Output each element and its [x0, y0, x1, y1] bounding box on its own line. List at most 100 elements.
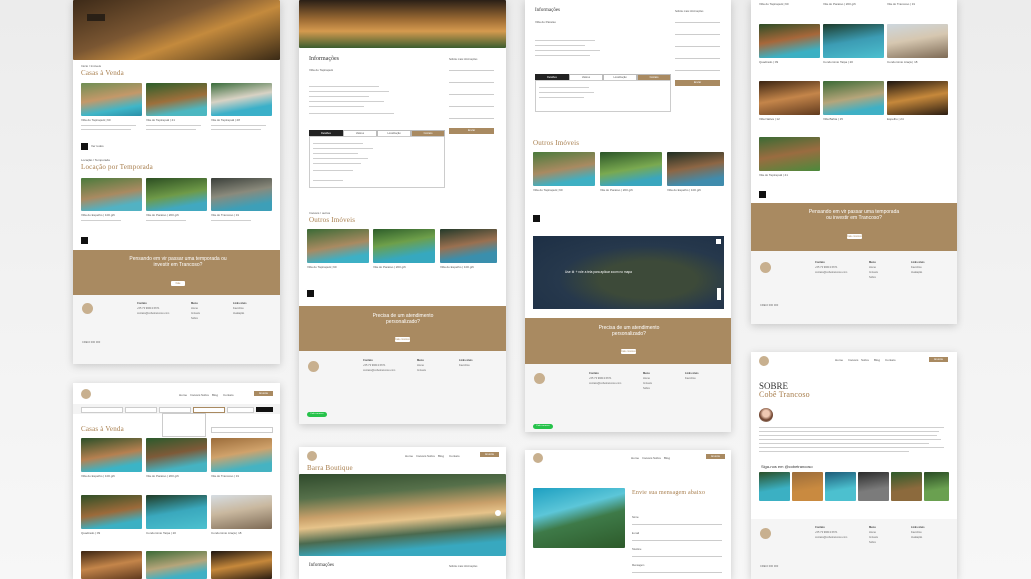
- photo: [759, 81, 820, 115]
- filter-dropdown-list[interactable]: [162, 413, 206, 437]
- hero-house-photo: [73, 0, 280, 60]
- breadcrumb: Início / Imóveis: [81, 64, 102, 68]
- side-form-date[interactable]: [449, 102, 494, 107]
- filter-submit[interactable]: [256, 407, 273, 412]
- fhead: Menu: [643, 372, 650, 375]
- flabel: Mensagem: [632, 564, 645, 567]
- rental-photo-3[interactable]: [211, 178, 272, 211]
- nav: Blog: [212, 393, 219, 397]
- bbtn[interactable]: Fale conosco: [847, 234, 862, 239]
- page-card-search: Home Imóveis Sobre Blog Contato Anuncie …: [73, 383, 280, 579]
- bbtn[interactable]: Fale conosco: [395, 337, 410, 342]
- cta-banner-button[interactable]: Fale conosco: [171, 281, 185, 290]
- photo: [81, 551, 142, 579]
- logo: [760, 262, 771, 273]
- rental-photo-1[interactable]: [81, 178, 142, 211]
- listing-photo-1[interactable]: [81, 83, 142, 116]
- nav: Sobre: [201, 393, 210, 397]
- h1: Informações: [535, 8, 560, 13]
- other-photo-2[interactable]: [373, 229, 435, 263]
- listing-label-1: Villa do Tapirapuã | 90: [81, 118, 111, 122]
- rental-label-1: Villa do Espelho | 100 gift: [81, 213, 115, 217]
- photo: [759, 137, 820, 171]
- flabel: Telefone: [632, 548, 642, 551]
- sendbtn[interactable]: Anuncie: [254, 391, 273, 396]
- tiny: Imóveis / outros: [309, 211, 331, 215]
- element: Home: [417, 364, 424, 367]
- nav: Home: [835, 358, 844, 362]
- fcol: Links úteis Favoritos Avaliação: [911, 260, 925, 275]
- fcol: Menu Home Imóveis Sobre: [869, 525, 878, 545]
- map-zoom-control[interactable]: [717, 288, 721, 300]
- about-subtitle: Cobê Trancoso: [759, 390, 810, 399]
- section-title-other: Outros Imóveis: [309, 216, 356, 224]
- view-more-rental-button[interactable]: [81, 237, 88, 244]
- h1: Informações: [309, 563, 334, 568]
- tiny: Vila do Paraíso | 200 gift: [373, 265, 406, 269]
- wa[interactable]: Fale conosco: [533, 424, 553, 429]
- tline: [313, 148, 373, 150]
- tline: [309, 113, 394, 115]
- side-form-email[interactable]: [449, 78, 494, 83]
- field[interactable]: [632, 552, 722, 557]
- sendbtn[interactable]: Anuncie: [929, 357, 948, 362]
- carousel-next[interactable]: [495, 510, 501, 516]
- tline: [759, 443, 929, 445]
- photo: [146, 438, 207, 472]
- field[interactable]: [632, 568, 722, 573]
- view-more-button[interactable]: [81, 143, 88, 150]
- page-card-about: Home Imóveis Sobre Blog Contato Anuncie …: [751, 352, 957, 579]
- sendbtn[interactable]: Anuncie: [480, 452, 499, 457]
- element: Avaliação: [911, 536, 923, 539]
- other-photo-3[interactable]: [440, 229, 497, 263]
- bbtn[interactable]: Fale conosco: [621, 349, 636, 354]
- instagram-label[interactable]: Siga-nos em @cobetrancoso: [761, 464, 813, 469]
- filter-search[interactable]: [81, 407, 123, 413]
- rental-label-2: Vila do Paraíso | 200 gift: [146, 213, 179, 217]
- footer-logo: [82, 303, 93, 314]
- nav: Contato: [885, 358, 896, 362]
- darksq: [307, 290, 314, 297]
- rental-photo-2[interactable]: [146, 178, 207, 211]
- contact-page-title: Envie sua mensagem abaixo: [632, 490, 706, 496]
- nav: Home: [179, 393, 188, 397]
- sendbtn[interactable]: Enviar: [675, 80, 720, 86]
- fcol: Links úteis Favoritos: [685, 371, 699, 381]
- fhead: Contato: [589, 372, 599, 375]
- tiny: Villa do Tapirapuã | 90: [533, 188, 563, 192]
- element: +55 73 99613 6671: [589, 377, 612, 380]
- map-fullscreen-button[interactable]: [716, 239, 721, 244]
- page-card-grid: Villa do Tapirapuã | 90 Vila do Paraíso …: [751, 0, 957, 324]
- side-form-name[interactable]: [449, 66, 494, 71]
- flabel: Solicite mais informações: [449, 565, 478, 568]
- listing-label-3: Vila do Tapirapuã | 28: [211, 118, 240, 122]
- foot: [525, 364, 731, 432]
- section-title-houses-sale: Casas à Venda: [81, 69, 124, 77]
- fcol: Links úteis Favoritos Avaliação: [233, 301, 247, 316]
- sec: Casas à Venda: [81, 425, 124, 433]
- fhead: Menu: [869, 526, 876, 529]
- whatsapp-button[interactable]: Fale conosco: [307, 412, 327, 417]
- side-form-send[interactable]: Enviar: [449, 128, 494, 134]
- listing-photo-2[interactable]: [146, 83, 207, 116]
- element: Favoritos: [911, 531, 922, 534]
- nav: Sobre: [653, 456, 662, 460]
- tiny: Villa do Espelho | 100 gift: [81, 474, 115, 478]
- tiny: Espelho | 24: [887, 117, 904, 121]
- side-form-phone[interactable]: [449, 90, 494, 95]
- other-photo-1[interactable]: [307, 229, 369, 263]
- tiny: Villa do Tapirapuã | 90: [307, 265, 337, 269]
- photo: [667, 152, 724, 186]
- fcol: Contato +55 73 99613 6671 contato@cobetran…: [589, 371, 621, 386]
- header-logo[interactable]: [81, 389, 91, 399]
- field[interactable]: [632, 520, 722, 525]
- sendbtn[interactable]: Anuncie: [706, 454, 725, 459]
- side-form-message[interactable]: [449, 114, 494, 119]
- section-title-rental: Locação por Temporada: [81, 163, 153, 171]
- field[interactable]: [632, 536, 722, 541]
- element: Avaliação: [911, 271, 923, 274]
- listing-photo-3[interactable]: [211, 83, 272, 116]
- tiny: Villa do Espelho | 100 gift: [667, 188, 701, 192]
- photo: [146, 551, 207, 579]
- tline: [539, 97, 584, 99]
